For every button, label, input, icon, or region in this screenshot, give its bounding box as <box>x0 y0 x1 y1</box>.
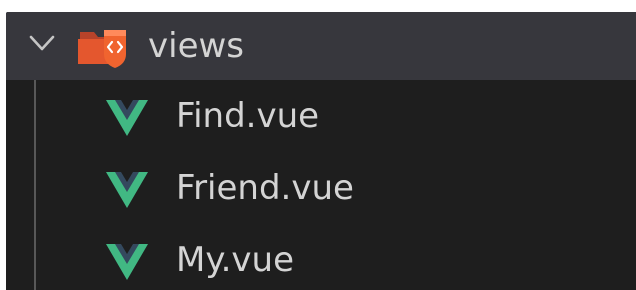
file-label: My.vue <box>176 240 295 280</box>
file-row-find[interactable]: Find.vue <box>6 80 636 152</box>
file-explorer-panel: views Find.vue Friend.vue My.vue <box>6 12 636 290</box>
vue-icon <box>106 100 148 136</box>
vue-icon <box>106 172 148 208</box>
folder-code-icon <box>78 30 126 68</box>
chevron-down-icon[interactable] <box>28 32 56 54</box>
file-label: Find.vue <box>176 96 320 136</box>
file-label: Friend.vue <box>176 168 354 208</box>
folder-row-views[interactable]: views <box>6 12 636 80</box>
vue-icon <box>106 244 148 280</box>
file-row-friend[interactable]: Friend.vue <box>6 152 636 224</box>
file-row-my[interactable]: My.vue <box>6 224 636 290</box>
folder-label: views <box>148 26 245 66</box>
screenshot-frame: views Find.vue Friend.vue My.vue <box>0 0 636 290</box>
